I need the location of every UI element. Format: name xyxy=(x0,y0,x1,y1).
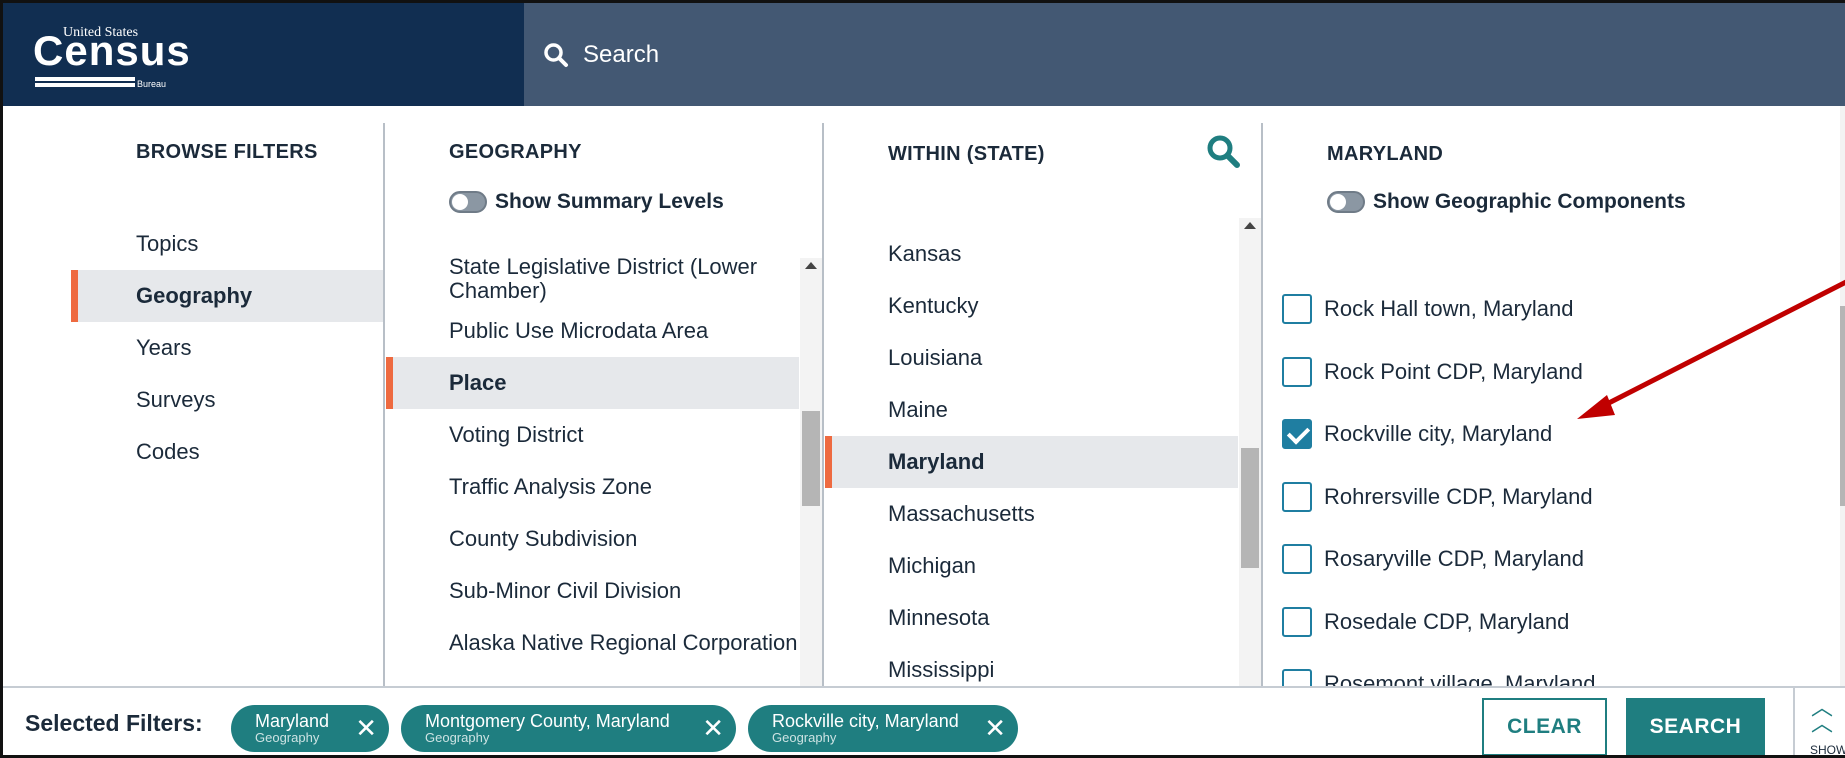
place-item-rockville[interactable]: Rockville city, Maryland xyxy=(1282,403,1842,466)
geography-item[interactable]: State Legislative District (Lower Chambe… xyxy=(386,253,799,305)
scroll-thumb[interactable] xyxy=(802,411,820,506)
geography-item[interactable]: Traffic Analysis Zone xyxy=(386,461,799,513)
geography-item[interactable]: Public Use Microdata Area xyxy=(386,305,799,357)
checkbox[interactable] xyxy=(1282,481,1312,512)
state-item[interactable]: Massachusetts xyxy=(825,488,1238,540)
place-label: Rohrersville CDP, Maryland xyxy=(1324,483,1593,509)
checkbox[interactable] xyxy=(1282,669,1312,686)
checkbox[interactable] xyxy=(1282,544,1312,575)
place-scrollbar[interactable] xyxy=(1840,106,1845,686)
browse-filters-title: BROWSE FILTERS xyxy=(136,141,318,163)
state-item[interactable]: Louisiana xyxy=(825,332,1238,384)
filter-chip-maryland[interactable]: Maryland Geography ✕ xyxy=(231,705,389,752)
place-list: Rock Hall town, Maryland Rock Point CDP,… xyxy=(1282,278,1842,686)
show-more-toggle[interactable]: ︿ ︿ SHOW xyxy=(1793,688,1845,757)
browse-filters-column: BROWSE FILTERS Topics Geography Years Su… xyxy=(3,123,385,686)
toggle-label: Show Summary Levels xyxy=(495,190,724,213)
maryland-places-column: MARYLAND Show Geographic Components Rock… xyxy=(1264,106,1845,686)
place-item[interactable]: Rock Point CDP, Maryland xyxy=(1282,341,1842,404)
state-item[interactable]: Minnesota xyxy=(825,592,1238,644)
place-label: Rosedale CDP, Maryland xyxy=(1324,608,1570,634)
chip-type: Geography xyxy=(425,730,490,745)
state-item-maryland[interactable]: Maryland xyxy=(825,436,1238,488)
checkbox-checked[interactable] xyxy=(1282,419,1312,450)
scroll-thumb[interactable] xyxy=(1840,306,1845,506)
geography-item[interactable]: Voting District xyxy=(386,409,799,461)
chip-name: Rockville city, Maryland xyxy=(772,711,959,731)
state-item[interactable]: Michigan xyxy=(825,540,1238,592)
geography-list: State Legislative District (Lower Chambe… xyxy=(386,253,799,669)
chip-name: Montgomery County, Maryland xyxy=(425,711,670,731)
state-item[interactable]: Kansas xyxy=(825,228,1238,280)
place-item[interactable]: Rosaryville CDP, Maryland xyxy=(1282,528,1842,591)
browse-item-topics[interactable]: Topics xyxy=(3,218,383,270)
scroll-up-arrow[interactable] xyxy=(1244,222,1256,229)
show-label: SHOW xyxy=(1810,743,1845,757)
geography-item-place[interactable]: Place xyxy=(386,357,799,409)
maryland-title: MARYLAND xyxy=(1327,143,1444,165)
toggle-switch[interactable] xyxy=(449,191,487,213)
state-list: Kansas Kentucky Louisiana Maine Maryland… xyxy=(825,228,1238,686)
search-icon xyxy=(544,43,568,67)
summary-levels-toggle[interactable]: Show Summary Levels xyxy=(449,190,724,214)
selected-filters-bar: Selected Filters: Maryland Geography ✕ M… xyxy=(3,686,1845,757)
geography-column: GEOGRAPHY Show Summary Levels State Legi… xyxy=(386,123,824,686)
logo-block: United States Census Bureau xyxy=(3,3,524,106)
browse-filters-list: Topics Geography Years Surveys Codes xyxy=(3,218,383,478)
place-item[interactable]: Rosedale CDP, Maryland xyxy=(1282,591,1842,654)
scroll-thumb[interactable] xyxy=(1241,448,1259,568)
selected-filters-label: Selected Filters: xyxy=(25,710,203,736)
place-item[interactable]: Rock Hall town, Maryland xyxy=(1282,278,1842,341)
within-state-column: WITHIN (STATE) Kansas Kentucky Louisiana… xyxy=(825,123,1263,686)
checkbox[interactable] xyxy=(1282,294,1312,325)
place-item[interactable]: Rohrersville CDP, Maryland xyxy=(1282,466,1842,529)
browse-item-surveys[interactable]: Surveys xyxy=(3,374,383,426)
geography-item[interactable]: Sub-Minor Civil Division xyxy=(386,565,799,617)
search-icon xyxy=(1207,135,1240,168)
filter-chip-montgomery[interactable]: Montgomery County, Maryland Geography ✕ xyxy=(401,705,736,752)
remove-chip-icon[interactable]: ✕ xyxy=(355,715,377,741)
remove-chip-icon[interactable]: ✕ xyxy=(702,715,724,741)
geographic-components-toggle[interactable]: Show Geographic Components xyxy=(1327,190,1686,214)
browse-item-codes[interactable]: Codes xyxy=(3,426,383,478)
checkbox[interactable] xyxy=(1282,606,1312,637)
filter-chip-rockville[interactable]: Rockville city, Maryland Geography ✕ xyxy=(748,705,1018,752)
toggle-switch[interactable] xyxy=(1327,191,1365,213)
geography-scrollbar[interactable] xyxy=(800,258,822,686)
place-item[interactable]: Rosemont village, Maryland xyxy=(1282,653,1842,686)
toggle-label: Show Geographic Components xyxy=(1373,190,1686,213)
state-item[interactable]: Kentucky xyxy=(825,280,1238,332)
logo-main-text: Census xyxy=(33,27,191,74)
state-search-button[interactable] xyxy=(1205,133,1241,174)
checkbox[interactable] xyxy=(1282,356,1312,387)
within-state-title: WITHIN (STATE) xyxy=(888,143,1045,165)
geography-item[interactable]: County Subdivision xyxy=(386,513,799,565)
logo-underline xyxy=(35,77,135,81)
place-label: Rosaryville CDP, Maryland xyxy=(1324,546,1585,572)
browse-item-geography[interactable]: Geography xyxy=(71,270,383,322)
header-bar: United States Census Bureau Search xyxy=(3,3,1845,106)
geography-title: GEOGRAPHY xyxy=(449,141,582,163)
place-label: Rockville city, Maryland xyxy=(1324,421,1553,447)
page-frame: United States Census Bureau Search BROWS… xyxy=(0,0,1845,758)
search-placeholder: Search xyxy=(583,41,660,68)
chip-type: Geography xyxy=(772,730,837,745)
clear-button[interactable]: CLEAR xyxy=(1482,698,1607,755)
geography-item[interactable]: Alaska Native Regional Corporation xyxy=(386,617,799,669)
remove-chip-icon[interactable]: ✕ xyxy=(984,715,1006,741)
logo-underline-2 xyxy=(35,83,135,87)
state-scrollbar[interactable] xyxy=(1239,218,1261,686)
chevron-up-icon: ︿ ︿ xyxy=(1811,695,1834,736)
scroll-up-arrow[interactable] xyxy=(805,262,817,269)
state-item[interactable]: Mississippi xyxy=(825,644,1238,686)
place-label: Rock Point CDP, Maryland xyxy=(1324,358,1583,384)
place-label: Rock Hall town, Maryland xyxy=(1324,296,1574,322)
browse-item-years[interactable]: Years xyxy=(3,322,383,374)
place-label: Rosemont village, Maryland xyxy=(1324,671,1596,686)
logo-bottom-text: Bureau xyxy=(137,79,167,89)
header-search[interactable]: Search xyxy=(543,41,659,69)
state-item[interactable]: Maine xyxy=(825,384,1238,436)
search-button[interactable]: SEARCH xyxy=(1626,698,1765,755)
